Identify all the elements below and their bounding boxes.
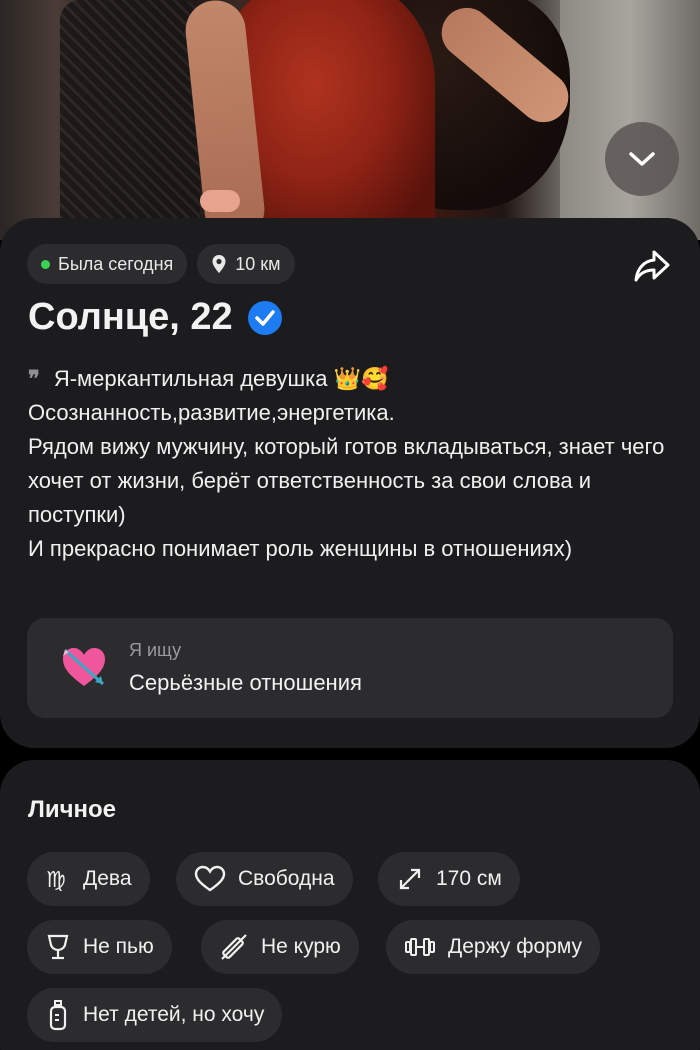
chevron-down-icon bbox=[629, 152, 655, 166]
heart-outline-icon bbox=[194, 865, 226, 892]
online-dot-icon bbox=[41, 259, 50, 269]
bio-line: Осознанность,развитие,энергетика. bbox=[28, 400, 395, 425]
profile-bio: ❞ Я-меркантильная девушка 👑🥰 Осознанность… bbox=[28, 362, 678, 566]
profile-info-card: Была сегодня 10 км Солнце, 22 ❞ Я-меркант… bbox=[0, 218, 700, 748]
share-button[interactable] bbox=[632, 248, 672, 284]
wine-glass-icon bbox=[47, 934, 69, 960]
collapse-button[interactable] bbox=[605, 122, 679, 196]
distance-chip: 10 км bbox=[197, 244, 295, 284]
status-label: Была сегодня bbox=[58, 253, 174, 274]
photo-detail bbox=[560, 0, 700, 240]
tag-zodiac: ♍ Дева bbox=[27, 852, 150, 906]
looking-for-label: Я ищу bbox=[129, 640, 182, 660]
online-status-chip: Была сегодня bbox=[27, 244, 188, 284]
tag-height: 170 см bbox=[378, 852, 520, 906]
bio-line: И прекрасно понимает роль женщины в отно… bbox=[28, 536, 573, 561]
bio-line: ❞ Я-меркантильная девушка 👑🥰 bbox=[28, 366, 389, 392]
height-arrows-icon bbox=[399, 868, 421, 890]
section-title-personal: Личное bbox=[28, 796, 117, 823]
share-icon bbox=[634, 250, 670, 282]
tag-children: Нет детей, но хочу bbox=[27, 988, 283, 1042]
profile-photo[interactable] bbox=[0, 0, 700, 240]
baby-bottle-icon bbox=[49, 1000, 67, 1031]
personal-card: Личное ♍ Дева Свободна 170 см Не пью Не … bbox=[0, 760, 700, 1050]
looking-for-box: Я ищу Серьёзные отношения bbox=[27, 618, 673, 718]
no-smoking-icon bbox=[221, 934, 247, 960]
photo-detail bbox=[60, 0, 200, 240]
virgo-icon: ♍ bbox=[46, 868, 66, 892]
distance-label: 10 км bbox=[235, 253, 281, 274]
quote-icon: ❞ bbox=[28, 366, 40, 392]
looking-for-value: Серьёзные отношения bbox=[129, 670, 362, 695]
photo-detail bbox=[200, 190, 240, 212]
svg-text:♍: ♍ bbox=[46, 868, 66, 892]
verified-badge-icon bbox=[247, 300, 282, 335]
tag-relationship: Свободна bbox=[176, 852, 353, 906]
bio-line: Рядом вижу мужчину, который готов вклады… bbox=[28, 434, 665, 527]
tag-fitness: Держу форму bbox=[386, 920, 601, 974]
tag-smoking: Не курю bbox=[201, 920, 359, 974]
location-pin-icon bbox=[212, 255, 226, 273]
tag-drinking: Не пью bbox=[27, 920, 172, 974]
dumbbell-icon bbox=[405, 938, 435, 956]
heart-arrow-icon bbox=[63, 648, 105, 686]
profile-name-age: Солнце, 22 bbox=[28, 296, 233, 338]
